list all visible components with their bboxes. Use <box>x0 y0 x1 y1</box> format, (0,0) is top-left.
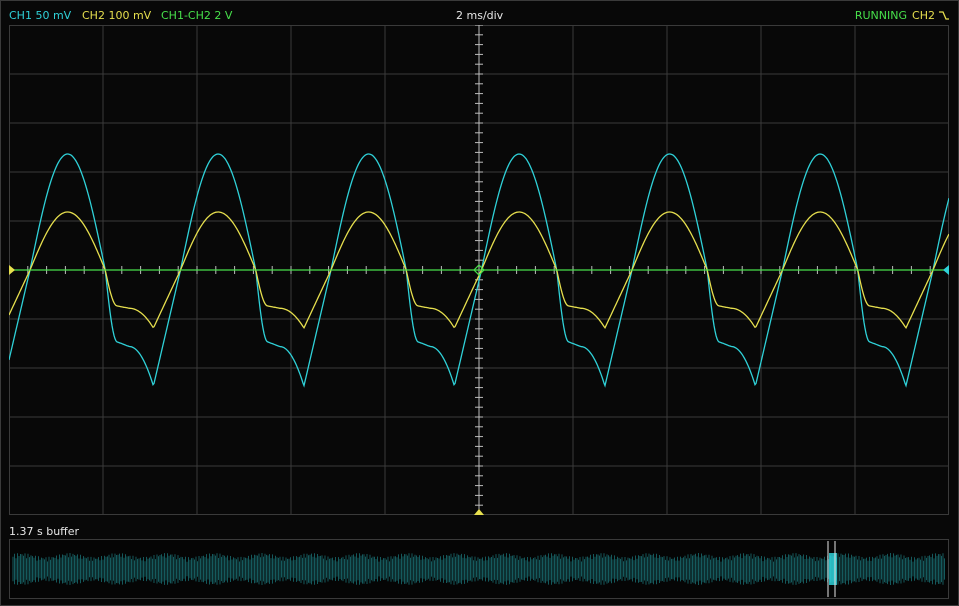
ch2-scale-label[interactable]: CH2 100 mV <box>82 9 151 22</box>
run-status-label[interactable]: RUNNING <box>855 9 907 22</box>
trigger-channel-label[interactable]: CH2 <box>912 9 935 22</box>
ch1-scale-label[interactable]: CH1 50 mV <box>9 9 71 22</box>
status-bar: CH1 50 mV CH2 100 mV CH1-CH2 2 V 2 ms/di… <box>0 0 959 22</box>
buffer-label: 1.37 s buffer <box>9 525 80 538</box>
math-channel-label[interactable]: CH1-CH2 2 V <box>161 9 232 22</box>
falling-edge-icon[interactable] <box>938 9 950 21</box>
waveform-display[interactable] <box>9 25 949 515</box>
timebase-label[interactable]: 2 ms/div <box>456 9 503 22</box>
buffer-overview[interactable] <box>9 539 949 599</box>
buffer-view-highlight <box>829 553 837 585</box>
